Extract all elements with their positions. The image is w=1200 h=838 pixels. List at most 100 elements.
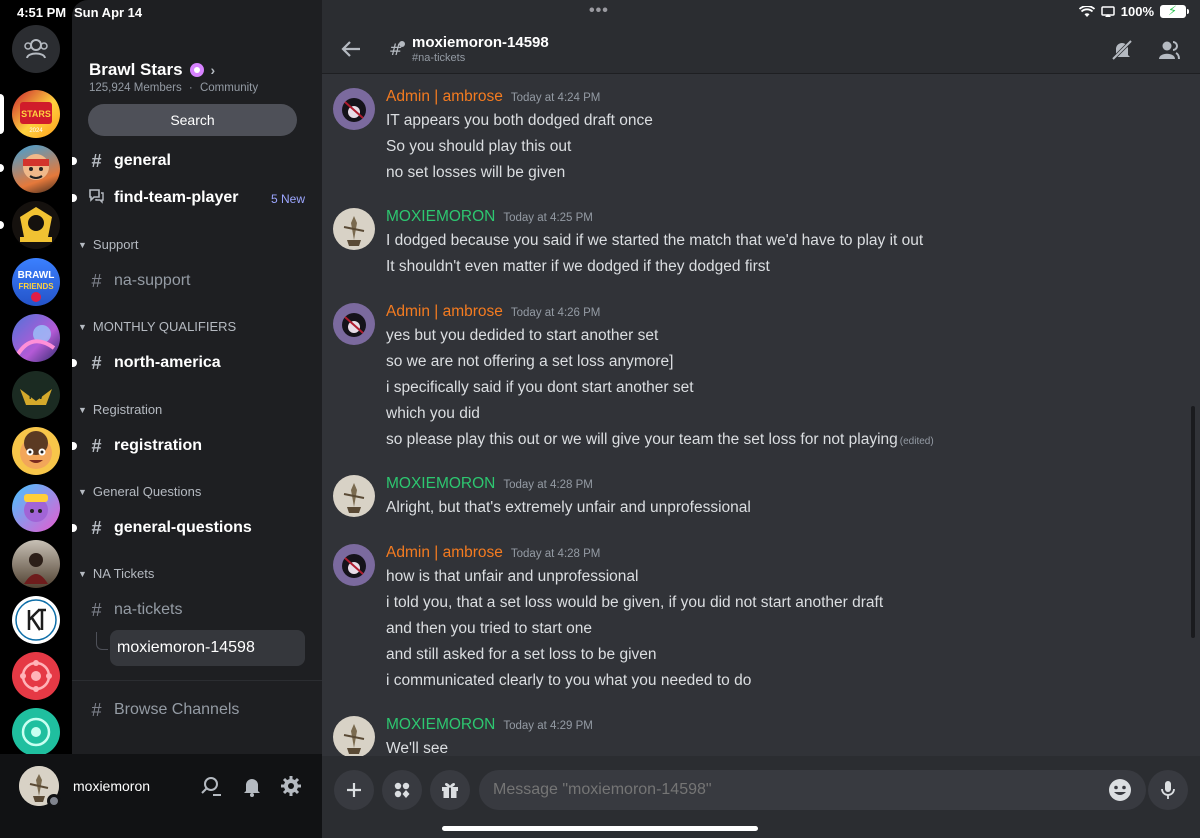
message-composer <box>322 756 1200 838</box>
status-date: Sun Apr 14 <box>74 5 143 20</box>
voice-message-button[interactable] <box>1148 770 1188 810</box>
message-author[interactable]: MOXIEMORON Today at 4:29 PM <box>386 716 593 734</box>
home-indicator[interactable] <box>442 826 758 831</box>
screen-mirror-icon <box>1101 5 1115 17</box>
message-author[interactable]: Admin | ambrose Today at 4:28 PM <box>386 544 600 562</box>
chevron-down-icon: ▼ <box>78 239 87 250</box>
category-label: Support <box>92 237 139 252</box>
locked-hash-icon: # <box>91 599 102 620</box>
unread-indicator <box>72 194 77 202</box>
message-text: i told you, that a set loss would be giv… <box>386 594 884 611</box>
gift-icon <box>442 783 458 798</box>
thread-connector <box>96 632 108 650</box>
battery-icon: ⚡ <box>1160 3 1189 18</box>
community-server[interactable] <box>12 484 60 532</box>
server-type: Community <box>199 82 259 94</box>
photo-server[interactable] <box>12 540 60 588</box>
category-label: Registration <box>92 402 163 417</box>
channel-general[interactable]: # general <box>88 146 170 176</box>
timestamp: Today at 4:28 PM <box>503 479 593 491</box>
user-panel: moxiemoron <box>0 754 322 838</box>
back-arrow-icon[interactable] <box>340 38 362 60</box>
chat-title[interactable]: moxiemoron-14598 <box>412 34 549 51</box>
kt-server[interactable] <box>12 596 60 644</box>
red-server[interactable] <box>12 652 60 700</box>
wifi-icon <box>1078 5 1095 17</box>
browse-channels-button[interactable]: # Browse Channels <box>88 695 239 725</box>
chevron-right-icon: › <box>210 62 216 78</box>
gear-icon[interactable] <box>279 774 303 798</box>
gift-button[interactable] <box>430 770 470 810</box>
multitask-dots-icon[interactable]: ••• <box>589 2 609 20</box>
chevron-down-icon: ▼ <box>78 486 87 497</box>
esports-server[interactable]: FW <box>12 371 60 419</box>
category-support[interactable]: ▼ Support <box>78 237 138 252</box>
category-registration[interactable]: ▼ Registration <box>78 402 162 417</box>
chevron-down-icon: ▼ <box>78 404 87 415</box>
locked-hash-icon: # <box>91 270 102 291</box>
username[interactable]: moxiemoron <box>73 778 150 794</box>
category-general-questions[interactable]: ▼ General Questions <box>78 484 201 499</box>
search-button[interactable]: Search <box>88 104 297 136</box>
art-server[interactable] <box>12 314 60 362</box>
bell-icon[interactable] <box>240 774 264 798</box>
thread-icon: # <box>389 40 405 58</box>
channel-na-tickets[interactable]: # na-tickets <box>88 595 182 625</box>
brawl-friends-server[interactable]: BRAWL FRIENDS <box>12 258 60 306</box>
unread-indicator <box>0 221 4 229</box>
channel-find-team-player[interactable]: find-team-player <box>88 183 238 213</box>
category-na-tickets[interactable]: ▼ NA Tickets <box>78 566 154 581</box>
message-author[interactable]: MOXIEMORON Today at 4:28 PM <box>386 475 593 493</box>
message-text: i specifically said if you dont start an… <box>386 379 694 396</box>
avatar[interactable] <box>333 475 375 517</box>
channel-general-questions[interactable]: # general-questions <box>88 513 251 543</box>
emoji-icon[interactable] <box>1107 777 1133 803</box>
timestamp: Today at 4:28 PM <box>510 548 601 560</box>
server-name[interactable]: Brawl Stars › <box>89 60 215 80</box>
thread-moxiemoron-14598[interactable]: moxiemoron-14598 <box>110 630 305 666</box>
message-text: So you should play this out <box>386 138 572 155</box>
message-author[interactable]: Admin | ambrose Today at 4:24 PM <box>386 88 600 106</box>
avatar[interactable] <box>333 88 375 130</box>
plus-icon <box>347 783 361 797</box>
message-text: no set losses will be given <box>386 164 566 181</box>
apps-button[interactable] <box>382 770 422 810</box>
channel-na-support[interactable]: # na-support <box>88 266 191 296</box>
forum-icon <box>88 187 105 209</box>
apps-icon <box>394 782 410 798</box>
channel-sidebar: Brawl Stars › 125,924 Members · Communit… <box>72 0 322 754</box>
green-server[interactable] <box>12 708 60 756</box>
avatar[interactable] <box>333 544 375 586</box>
scrollbar[interactable] <box>1191 406 1195 638</box>
chat-subtitle[interactable]: #na-tickets <box>412 52 465 64</box>
members-icon[interactable] <box>1157 38 1181 62</box>
add-attachment-button[interactable] <box>334 770 374 810</box>
channel-north-america[interactable]: # north-america <box>88 348 220 378</box>
channel-registration[interactable]: # registration <box>88 431 202 461</box>
category-monthly-qualifiers[interactable]: ▼ MONTHLY QUALIFIERS <box>78 319 236 334</box>
unread-indicator <box>72 359 77 367</box>
message-author[interactable]: Admin | ambrose Today at 4:26 PM <box>386 303 600 321</box>
channel-label: na-support <box>114 272 191 289</box>
locked-hash-icon: # <box>91 435 102 456</box>
svg-text:BRAWL: BRAWL <box>18 270 55 281</box>
message-input[interactable] <box>479 770 1146 810</box>
brawl-stars-championship-server[interactable]: STARS 2024 <box>12 90 60 138</box>
chevron-down-icon: ▼ <box>78 321 87 332</box>
message-text: and then you tried to start one <box>386 620 592 637</box>
brawler-server[interactable] <box>12 145 60 193</box>
mute-bell-icon[interactable] <box>1110 38 1134 62</box>
emoji-server[interactable] <box>12 427 60 475</box>
avatar[interactable] <box>333 716 375 758</box>
brawl-hub-server[interactable] <box>12 201 60 249</box>
status-bar: 4:51 PM Sun Apr 14 ••• 100% ⚡ <box>0 0 1200 24</box>
message-text: so please play this out or we will give … <box>386 431 898 448</box>
message-author[interactable]: MOXIEMORON Today at 4:25 PM <box>386 208 593 226</box>
message-text: yes but you dedided to start another set <box>386 327 659 344</box>
avatar[interactable] <box>333 303 375 345</box>
avatar[interactable] <box>333 208 375 250</box>
search-icon[interactable] <box>199 774 223 798</box>
status-time: 4:51 PM <box>17 5 67 20</box>
direct-messages-icon[interactable] <box>12 25 60 73</box>
message-text: how is that unfair and unprofessional <box>386 568 639 585</box>
